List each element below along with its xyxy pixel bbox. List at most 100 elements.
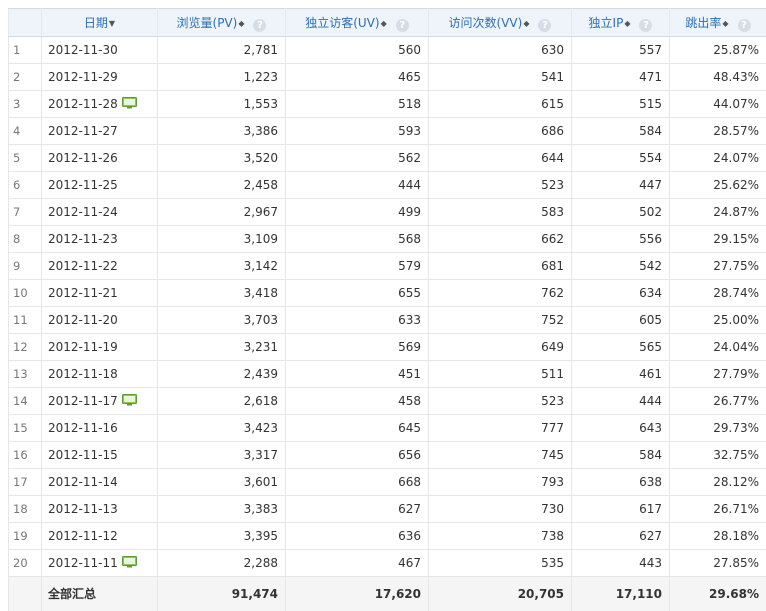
row-date-value[interactable]: 2012-11-25: [48, 178, 118, 192]
table-row: 92012-11-223,14257968154227.75%: [9, 253, 766, 280]
row-date-value[interactable]: 2012-11-16: [48, 421, 118, 435]
row-date-value[interactable]: 2012-11-15: [48, 448, 118, 462]
row-index-value: 20: [13, 556, 28, 570]
row-index-value: 11: [13, 313, 28, 327]
row-pv: 3,601: [158, 469, 286, 496]
row-index-value: 10: [13, 286, 28, 300]
monitor-icon[interactable]: [122, 97, 137, 112]
row-date-value[interactable]: 2012-11-11: [48, 556, 118, 570]
row-vv: 535: [429, 550, 572, 577]
row-index: 11: [9, 307, 42, 334]
total-vv: 20,705: [429, 577, 572, 611]
row-pv-value: 2,439: [244, 367, 278, 381]
row-vv: 681: [429, 253, 572, 280]
row-date-value[interactable]: 2012-11-28: [48, 97, 118, 111]
row-date-value[interactable]: 2012-11-30: [48, 43, 118, 57]
row-index: 15: [9, 415, 42, 442]
row-ip-value: 554: [639, 151, 662, 165]
row-ip: 627: [572, 523, 670, 550]
row-pv: 3,520: [158, 145, 286, 172]
row-index-value: 4: [13, 124, 20, 138]
row-date-value[interactable]: 2012-11-13: [48, 502, 118, 516]
row-ip: 605: [572, 307, 670, 334]
row-vv-value: 681: [541, 259, 564, 273]
row-pv: 2,967: [158, 199, 286, 226]
monitor-icon[interactable]: [122, 394, 137, 409]
row-date-value[interactable]: 2012-11-20: [48, 313, 118, 327]
row-date-value[interactable]: 2012-11-29: [48, 70, 118, 84]
row-date-value[interactable]: 2012-11-14: [48, 475, 118, 489]
row-uv: 627: [286, 496, 429, 523]
row-date: 2012-11-11: [42, 550, 158, 577]
row-ip-value: 443: [639, 556, 662, 570]
row-pv-value: 2,618: [244, 394, 278, 408]
help-icon[interactable]: ?: [396, 19, 409, 32]
column-header-bounce[interactable]: 跳出率◆?: [670, 9, 766, 37]
column-header-vv[interactable]: 访问次数(VV)◆?: [429, 9, 572, 37]
row-index: 16: [9, 442, 42, 469]
row-ip-value: 627: [639, 529, 662, 543]
row-ip: 461: [572, 361, 670, 388]
row-index: 2: [9, 64, 42, 91]
row-ip: 444: [572, 388, 670, 415]
row-pv-value: 1,223: [244, 70, 278, 84]
row-index-value: 19: [13, 529, 28, 543]
column-header-pv[interactable]: 浏览量(PV)◆?: [158, 9, 286, 37]
column-header-uv-label: 独立访客(UV): [305, 16, 379, 30]
row-bounce: 24.07%: [670, 145, 766, 172]
row-date-value[interactable]: 2012-11-21: [48, 286, 118, 300]
row-index-value: 13: [13, 367, 28, 381]
row-date-value[interactable]: 2012-11-26: [48, 151, 118, 165]
row-date-value[interactable]: 2012-11-17: [48, 394, 118, 408]
help-icon[interactable]: ?: [538, 19, 551, 32]
row-date-value[interactable]: 2012-11-22: [48, 259, 118, 273]
row-bounce: 48.43%: [670, 64, 766, 91]
row-vv: 523: [429, 172, 572, 199]
table-header: 日期▼ 浏览量(PV)◆? 独立访客(UV)◆? 访问次数(VV)◆? 独立IP…: [9, 9, 766, 37]
column-header-ip[interactable]: 独立IP◆?: [572, 9, 670, 37]
row-vv: 523: [429, 388, 572, 415]
row-index-value: 14: [13, 394, 28, 408]
row-vv-value: 523: [541, 394, 564, 408]
row-bounce-value: 24.04%: [713, 340, 759, 354]
row-pv-value: 3,142: [244, 259, 278, 273]
row-date: 2012-11-12: [42, 523, 158, 550]
row-date-value[interactable]: 2012-11-23: [48, 232, 118, 246]
row-vv-value: 615: [541, 97, 564, 111]
column-header-date[interactable]: 日期▼: [42, 9, 158, 37]
row-pv-value: 3,109: [244, 232, 278, 246]
row-vv-value: 535: [541, 556, 564, 570]
row-date: 2012-11-18: [42, 361, 158, 388]
row-vv-value: 649: [541, 340, 564, 354]
row-date-value[interactable]: 2012-11-18: [48, 367, 118, 381]
row-ip-value: 515: [639, 97, 662, 111]
row-date-value[interactable]: 2012-11-27: [48, 124, 118, 138]
row-uv-value: 645: [398, 421, 421, 435]
help-icon[interactable]: ?: [738, 19, 751, 32]
help-icon[interactable]: ?: [253, 19, 266, 32]
row-date: 2012-11-25: [42, 172, 158, 199]
row-vv: 762: [429, 280, 572, 307]
row-pv: 3,383: [158, 496, 286, 523]
row-index-value: 2: [13, 70, 20, 84]
row-index-value: 12: [13, 340, 28, 354]
row-ip: 502: [572, 199, 670, 226]
row-pv-value: 3,383: [244, 502, 278, 516]
table-row: 52012-11-263,52056264455424.07%: [9, 145, 766, 172]
row-date-value[interactable]: 2012-11-19: [48, 340, 118, 354]
row-date-value[interactable]: 2012-11-12: [48, 529, 118, 543]
row-pv: 2,288: [158, 550, 286, 577]
help-icon[interactable]: ?: [639, 19, 652, 32]
row-uv: 633: [286, 307, 429, 334]
row-index: 12: [9, 334, 42, 361]
row-bounce-value: 25.62%: [713, 178, 759, 192]
row-date: 2012-11-21: [42, 280, 158, 307]
row-date-value[interactable]: 2012-11-24: [48, 205, 118, 219]
row-pv-value: 3,520: [244, 151, 278, 165]
row-index: 10: [9, 280, 42, 307]
row-pv-value: 3,601: [244, 475, 278, 489]
row-index-value: 9: [13, 259, 20, 273]
monitor-icon[interactable]: [122, 556, 137, 571]
column-header-uv[interactable]: 独立访客(UV)◆?: [286, 9, 429, 37]
total-index: [9, 577, 42, 611]
